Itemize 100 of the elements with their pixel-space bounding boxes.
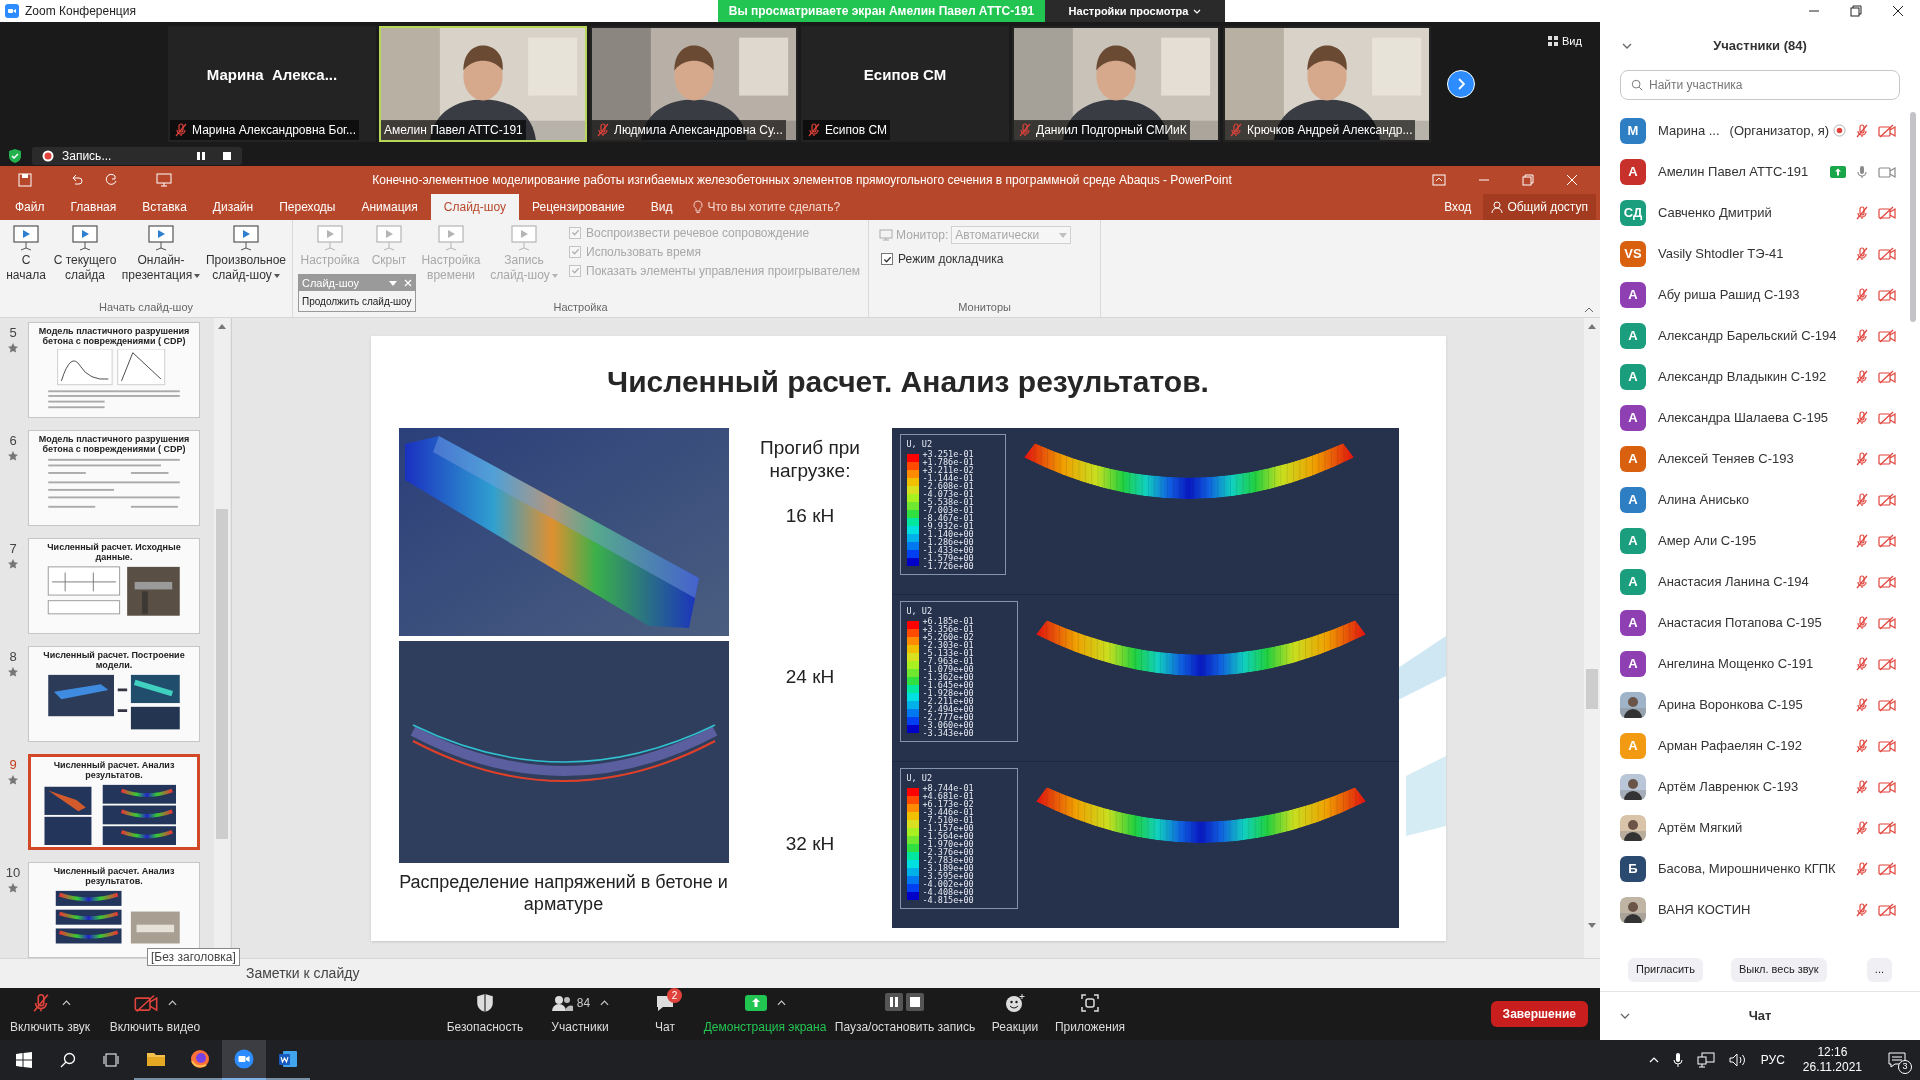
participant-row[interactable]: М Марина ... (Организатор, я) [1620, 110, 1896, 151]
muted-microphone-icon[interactable] [1854, 614, 1870, 631]
checkbox[interactable] [881, 253, 894, 265]
muted-microphone-icon[interactable] [1854, 573, 1870, 590]
tell-me-field[interactable]: Что вы хотите сделать? [707, 198, 841, 216]
participant-row[interactable]: Артём Мягкий [1620, 807, 1896, 848]
ribbon-tab[interactable]: Рецензирование [519, 194, 638, 220]
participant-row[interactable]: А Амелин Павел АТТС-191 [1620, 151, 1896, 192]
muted-microphone-icon[interactable] [1854, 245, 1870, 262]
end-meeting-button[interactable]: Завершение [1490, 1001, 1588, 1027]
muted-microphone-icon[interactable] [1854, 204, 1870, 221]
participant-row[interactable]: А Александра Шалаева С-195 [1620, 397, 1896, 438]
toolbar-button[interactable]: Реакции [980, 991, 1050, 1037]
toolbar-button[interactable]: Безопасность [440, 991, 530, 1037]
ribbon-tab[interactable]: Вид [637, 194, 686, 220]
ribbon-tab[interactable]: Файл [2, 194, 58, 220]
muted-microphone-icon[interactable] [1854, 368, 1870, 385]
video-off-icon[interactable] [1878, 246, 1896, 261]
muted-microphone-icon[interactable] [1854, 819, 1870, 836]
redo-icon[interactable] [104, 173, 118, 187]
video-tile[interactable]: Марина Алекса... Марина Александровна Бог... [168, 26, 376, 142]
video-tile[interactable]: Людмила Александровна Су... [590, 26, 798, 142]
participant-row[interactable]: Б Басова, Мирошниченко КГПК [1620, 848, 1896, 889]
ribbon-button[interactable]: С начала [4, 220, 48, 283]
ribbon-tab[interactable]: Дизайн [199, 194, 267, 220]
muted-microphone-icon[interactable] [173, 122, 189, 138]
scroll-down-icon[interactable] [1588, 923, 1596, 928]
video-off-icon[interactable] [1878, 451, 1896, 466]
video-tile[interactable]: Даниил Подгорный СМИиК [1012, 26, 1220, 142]
toolbar-button[interactable]: Включить видео [100, 991, 210, 1037]
video-camera-icon[interactable] [1878, 164, 1896, 179]
scroll-up-icon[interactable] [218, 324, 226, 329]
muted-microphone-icon[interactable] [1854, 327, 1870, 344]
video-off-icon[interactable] [1878, 697, 1896, 712]
clock[interactable]: 12:16 26.11.2021 [1798, 1045, 1866, 1075]
video-off-icon[interactable] [1878, 410, 1896, 425]
sign-in-link[interactable]: Вход [1444, 198, 1472, 216]
view-options-button[interactable]: Настройки просмотра [1045, 0, 1225, 22]
muted-microphone-icon[interactable] [1854, 737, 1870, 754]
ribbon-button[interactable]: Произвольное слайд-шоу [204, 220, 288, 283]
continue-slideshow-button[interactable]: Продолжить слайд-шоу [299, 291, 415, 311]
restore-icon[interactable] [1522, 174, 1534, 186]
participant-row[interactable]: А Анастасия Ланина С-194 [1620, 561, 1896, 602]
muted-microphone-icon[interactable] [1854, 122, 1870, 139]
video-off-icon[interactable] [1878, 779, 1896, 794]
toolbar-button[interactable]: Приложения [1050, 991, 1130, 1037]
muted-microphone-icon[interactable] [1854, 696, 1870, 713]
caret-icon[interactable] [167, 1000, 177, 1006]
chevron-up-icon[interactable] [1648, 1057, 1659, 1063]
video-off-icon[interactable] [1878, 369, 1896, 384]
participant-row[interactable]: А Арман Рафаелян С-192 [1620, 725, 1896, 766]
participant-row[interactable]: А Александр Владыкин С-192 [1620, 356, 1896, 397]
participant-row[interactable]: А Абу риша Рашид С-193 [1620, 274, 1896, 315]
ribbon-tab[interactable]: Главная [57, 194, 130, 220]
caret-icon[interactable] [600, 1000, 610, 1006]
notes-placeholder[interactable]: Заметки к слайду [246, 963, 360, 984]
muted-microphone-icon[interactable] [1854, 901, 1870, 918]
caret-icon[interactable] [61, 1000, 71, 1006]
muted-microphone-icon[interactable] [1854, 409, 1870, 426]
scrollbar-thumb[interactable] [1586, 669, 1598, 709]
video-off-icon[interactable] [1878, 861, 1896, 876]
muted-microphone-icon[interactable] [595, 122, 611, 138]
video-off-icon[interactable] [1878, 902, 1896, 917]
next-page-button[interactable] [1447, 70, 1475, 98]
muted-microphone-icon[interactable] [1854, 778, 1870, 795]
muted-microphone-icon[interactable] [1854, 860, 1870, 877]
collapse-ribbon-icon[interactable] [1584, 307, 1594, 313]
participant-row[interactable]: Арина Воронкова С-195 [1620, 684, 1896, 725]
video-off-icon[interactable] [1878, 820, 1896, 835]
network-icon[interactable] [1696, 1052, 1715, 1068]
video-off-icon[interactable] [1878, 123, 1896, 138]
toolbar-button[interactable]: Включить звук [0, 991, 100, 1037]
ribbon-tab[interactable]: Анимация [348, 194, 431, 220]
slide-thumbnail[interactable]: Численный расчет. Построение модели. [28, 646, 200, 742]
collapse-icon[interactable] [1622, 43, 1632, 49]
muted-microphone-icon[interactable] [1017, 122, 1033, 138]
participant-row[interactable]: VS Vasily Shtodler ТЭ-41 [1620, 233, 1896, 274]
pause-icon[interactable] [196, 151, 206, 161]
slideshow-icon[interactable] [156, 173, 172, 187]
video-off-icon[interactable] [1878, 533, 1896, 548]
participant-row[interactable]: ВАНЯ КОСТИН [1620, 889, 1896, 930]
ribbon-tab[interactable]: Вставка [129, 194, 200, 220]
taskbar-app[interactable] [222, 1040, 266, 1080]
close-icon[interactable] [1892, 5, 1904, 17]
ribbon-tab[interactable]: Слайд-шоу [430, 194, 519, 220]
notifications-button[interactable]: 3 [1880, 1040, 1914, 1080]
participant-row[interactable]: Артём Лавренюк С-193 [1620, 766, 1896, 807]
language-indicator[interactable]: РУС [1760, 1051, 1785, 1069]
collapse-icon[interactable] [1620, 1013, 1630, 1019]
scroll-up-icon[interactable] [1588, 324, 1596, 329]
muted-microphone-icon[interactable] [1854, 450, 1870, 467]
slide-thumbnail[interactable]: Численный расчет. Исходные данные. [28, 538, 200, 634]
restore-icon[interactable] [1850, 5, 1862, 17]
volume-icon[interactable] [1728, 1052, 1747, 1068]
scrollbar-thumb[interactable] [216, 509, 228, 839]
video-off-icon[interactable] [1878, 205, 1896, 220]
participant-row[interactable]: А Александр Барельский С-194 [1620, 315, 1896, 356]
search-field[interactable]: Найти участника [1620, 70, 1900, 100]
video-off-icon[interactable] [1878, 656, 1896, 671]
slide-thumbnail[interactable]: Численный расчет. Анализ результатов. [28, 754, 200, 850]
